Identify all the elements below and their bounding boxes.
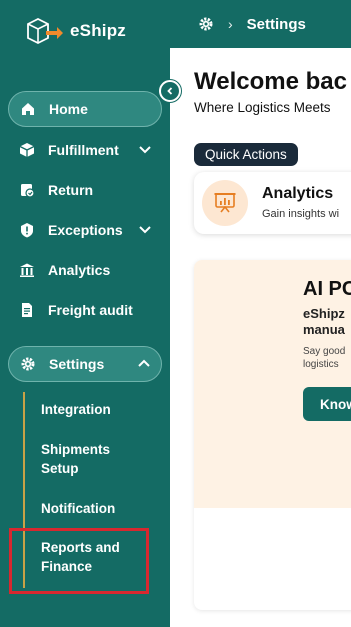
sidebar-item-exceptions[interactable]: Exceptions [8, 212, 162, 248]
sidebar-item-label: Analytics [48, 262, 111, 278]
analytics-card-title: Analytics [262, 185, 334, 202]
quick-actions-badge: Quick Actions [194, 143, 298, 166]
presentation-chart-icon [202, 180, 248, 226]
promo-desc-line2: logistics [303, 359, 339, 370]
sidebar-item-label: Freight audit [48, 302, 133, 318]
box-logo-icon [24, 14, 64, 48]
promo-subtitle-line2: manua [303, 322, 345, 337]
sidebar: eShipz Home Fulfillment Return Exception… [0, 0, 170, 627]
home-icon [19, 100, 37, 118]
highlight-box [9, 528, 149, 594]
promo-title: AI PC [303, 278, 351, 300]
gear-icon[interactable] [198, 16, 214, 32]
submenu-item-label-line2: Setup [41, 461, 79, 476]
sidebar-item-label: Exceptions [48, 222, 123, 238]
gear-icon [19, 355, 37, 373]
chevron-down-icon[interactable] [138, 142, 152, 156]
sidebar-item-label: Fulfillment [48, 142, 119, 158]
return-icon [18, 181, 36, 199]
promo-description: Say good logistics [303, 345, 345, 371]
analytics-card-subtitle: Gain insights wi [262, 208, 340, 220]
submenu-item-label: Integration [41, 402, 111, 417]
chevron-down-icon[interactable] [138, 222, 152, 236]
sidebar-item-label: Return [48, 182, 94, 198]
page-title: Welcome bac [194, 68, 347, 95]
breadcrumb-separator: › [228, 16, 233, 32]
alert-icon [18, 221, 36, 239]
promo-subtitle: eShipz manua [303, 306, 345, 338]
brand-name: eShipz [70, 21, 126, 40]
sidebar-item-fulfillment[interactable]: Fulfillment [8, 132, 162, 168]
page-tagline: Where Logistics Meets [194, 100, 331, 115]
sidebar-item-settings[interactable]: Settings [8, 346, 162, 382]
submenu-item-integration[interactable]: Integration [41, 400, 111, 419]
bar-chart-icon [18, 261, 36, 279]
promo-subtitle-line1: eShipz [303, 306, 345, 321]
sidebar-item-return[interactable]: Return [8, 172, 162, 208]
document-icon [18, 301, 36, 319]
submenu-item-notification[interactable]: Notification [41, 499, 115, 518]
analytics-quick-action-card[interactable]: Analytics Gain insights wi [194, 172, 351, 234]
ai-promo-card: AI PC eShipz manua Say good logistics Kn… [194, 260, 351, 610]
chevron-left-icon [161, 82, 179, 100]
top-bar: › Settings [170, 0, 351, 48]
chevron-up-icon[interactable] [137, 357, 151, 371]
submenu-item-shipments-setup[interactable]: Shipments Setup [41, 440, 110, 478]
know-more-button[interactable]: Know [303, 387, 351, 421]
sidebar-item-home[interactable]: Home [8, 91, 162, 127]
submenu-item-label-line1: Shipments [41, 442, 111, 457]
sidebar-collapse-button[interactable] [158, 79, 182, 103]
sidebar-item-label: Settings [49, 356, 105, 372]
breadcrumb-current[interactable]: Settings [247, 16, 306, 33]
sidebar-item-label: Home [49, 101, 88, 117]
brand-logo[interactable]: eShipz [24, 14, 126, 48]
sidebar-item-analytics[interactable]: Analytics [8, 252, 162, 288]
promo-desc-line1: Say good [303, 346, 346, 357]
main-content: Welcome bac Where Logistics Meets Quick … [170, 48, 351, 627]
box-icon [18, 141, 36, 159]
sidebar-item-freight-audit[interactable]: Freight audit [8, 292, 162, 328]
submenu-item-label: Notification [41, 501, 116, 516]
